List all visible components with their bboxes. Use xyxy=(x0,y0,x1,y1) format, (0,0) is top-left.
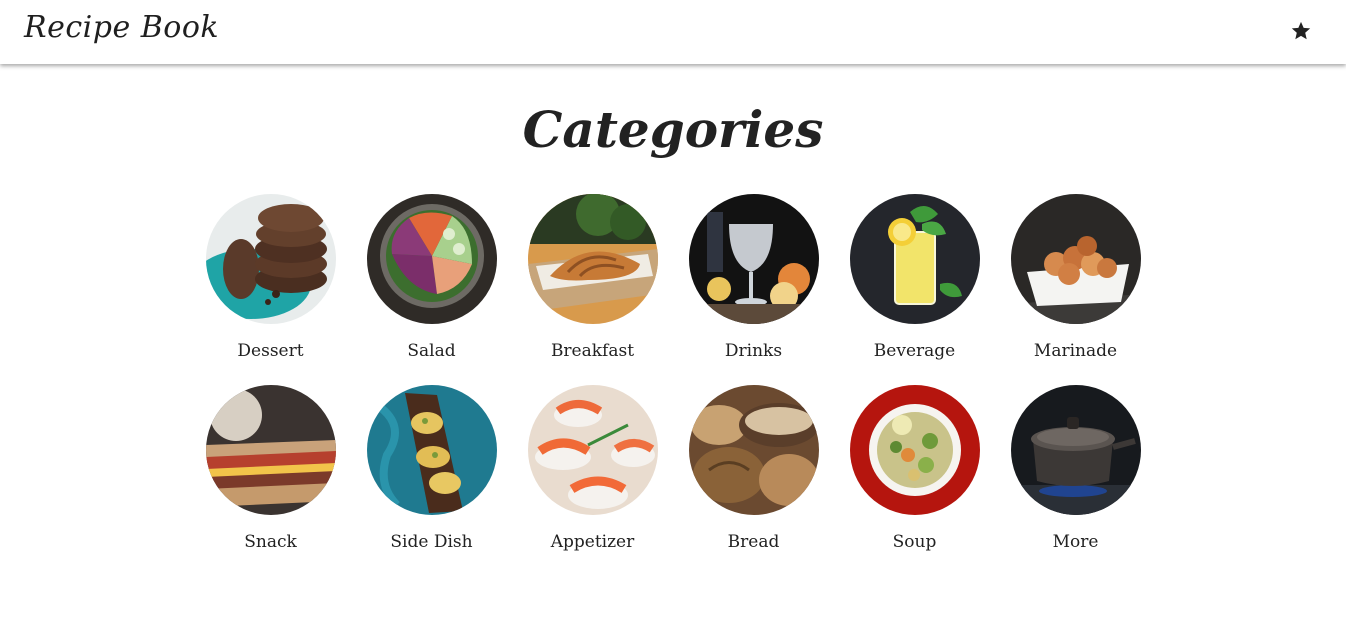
category-appetizer[interactable]: Appetizer xyxy=(512,385,673,552)
category-grid: Dessert Salad Breakfast Drinks Beverage … xyxy=(190,194,1158,552)
star-icon xyxy=(1291,21,1311,40)
category-image xyxy=(366,385,497,515)
marinated-chicken-image xyxy=(1010,194,1141,324)
category-image xyxy=(366,194,497,324)
category-drinks[interactable]: Drinks xyxy=(673,194,834,361)
sandwich-image xyxy=(205,385,336,515)
category-soup[interactable]: Soup xyxy=(834,385,995,552)
category-label: Drinks xyxy=(724,341,783,361)
category-label: Breakfast xyxy=(550,341,635,361)
category-label: Soup xyxy=(892,532,937,552)
category-image xyxy=(1010,385,1141,515)
category-image xyxy=(1010,194,1141,324)
category-breakfast[interactable]: Breakfast xyxy=(512,194,673,361)
page-title: Categories xyxy=(522,100,824,159)
category-more[interactable]: More xyxy=(995,385,1156,552)
category-image xyxy=(688,385,819,515)
cocktail-glass-image xyxy=(688,194,819,324)
category-image xyxy=(688,194,819,324)
category-label: More xyxy=(1052,532,1099,552)
salad-bowl-image xyxy=(366,194,497,324)
category-label: Salad xyxy=(407,341,456,361)
category-label: Dessert xyxy=(237,341,304,361)
category-bread[interactable]: Bread xyxy=(673,385,834,552)
category-label: Side Dish xyxy=(390,532,473,552)
category-image xyxy=(527,385,658,515)
category-marinade[interactable]: Marinade xyxy=(995,194,1156,361)
category-salad[interactable]: Salad xyxy=(351,194,512,361)
category-dessert[interactable]: Dessert xyxy=(190,194,351,361)
salmon-canape-image xyxy=(527,385,658,515)
app-title[interactable]: Recipe Book xyxy=(24,10,219,45)
category-side-dish[interactable]: Side Dish xyxy=(351,385,512,552)
category-image xyxy=(527,194,658,324)
category-beverage[interactable]: Beverage xyxy=(834,194,995,361)
category-image xyxy=(849,385,980,515)
category-label: Appetizer xyxy=(550,532,635,552)
category-image xyxy=(849,194,980,324)
cookie-stack-image xyxy=(205,194,336,324)
category-image xyxy=(205,194,336,324)
soup-bowl-image xyxy=(849,385,980,515)
bread-loaves-image xyxy=(688,385,819,515)
favorites-button[interactable] xyxy=(1288,16,1314,46)
category-label: Marinade xyxy=(1033,341,1118,361)
category-label: Beverage xyxy=(873,341,956,361)
category-label: Snack xyxy=(244,532,297,552)
category-label: Bread xyxy=(727,532,780,552)
top-navbar: Recipe Book xyxy=(0,0,1346,64)
category-image xyxy=(205,385,336,515)
cooking-pot-image xyxy=(1010,385,1141,515)
lemonade-glass-image xyxy=(849,194,980,324)
croissant-image xyxy=(527,194,658,324)
bruschetta-board-image xyxy=(366,385,497,515)
category-snack[interactable]: Snack xyxy=(190,385,351,552)
